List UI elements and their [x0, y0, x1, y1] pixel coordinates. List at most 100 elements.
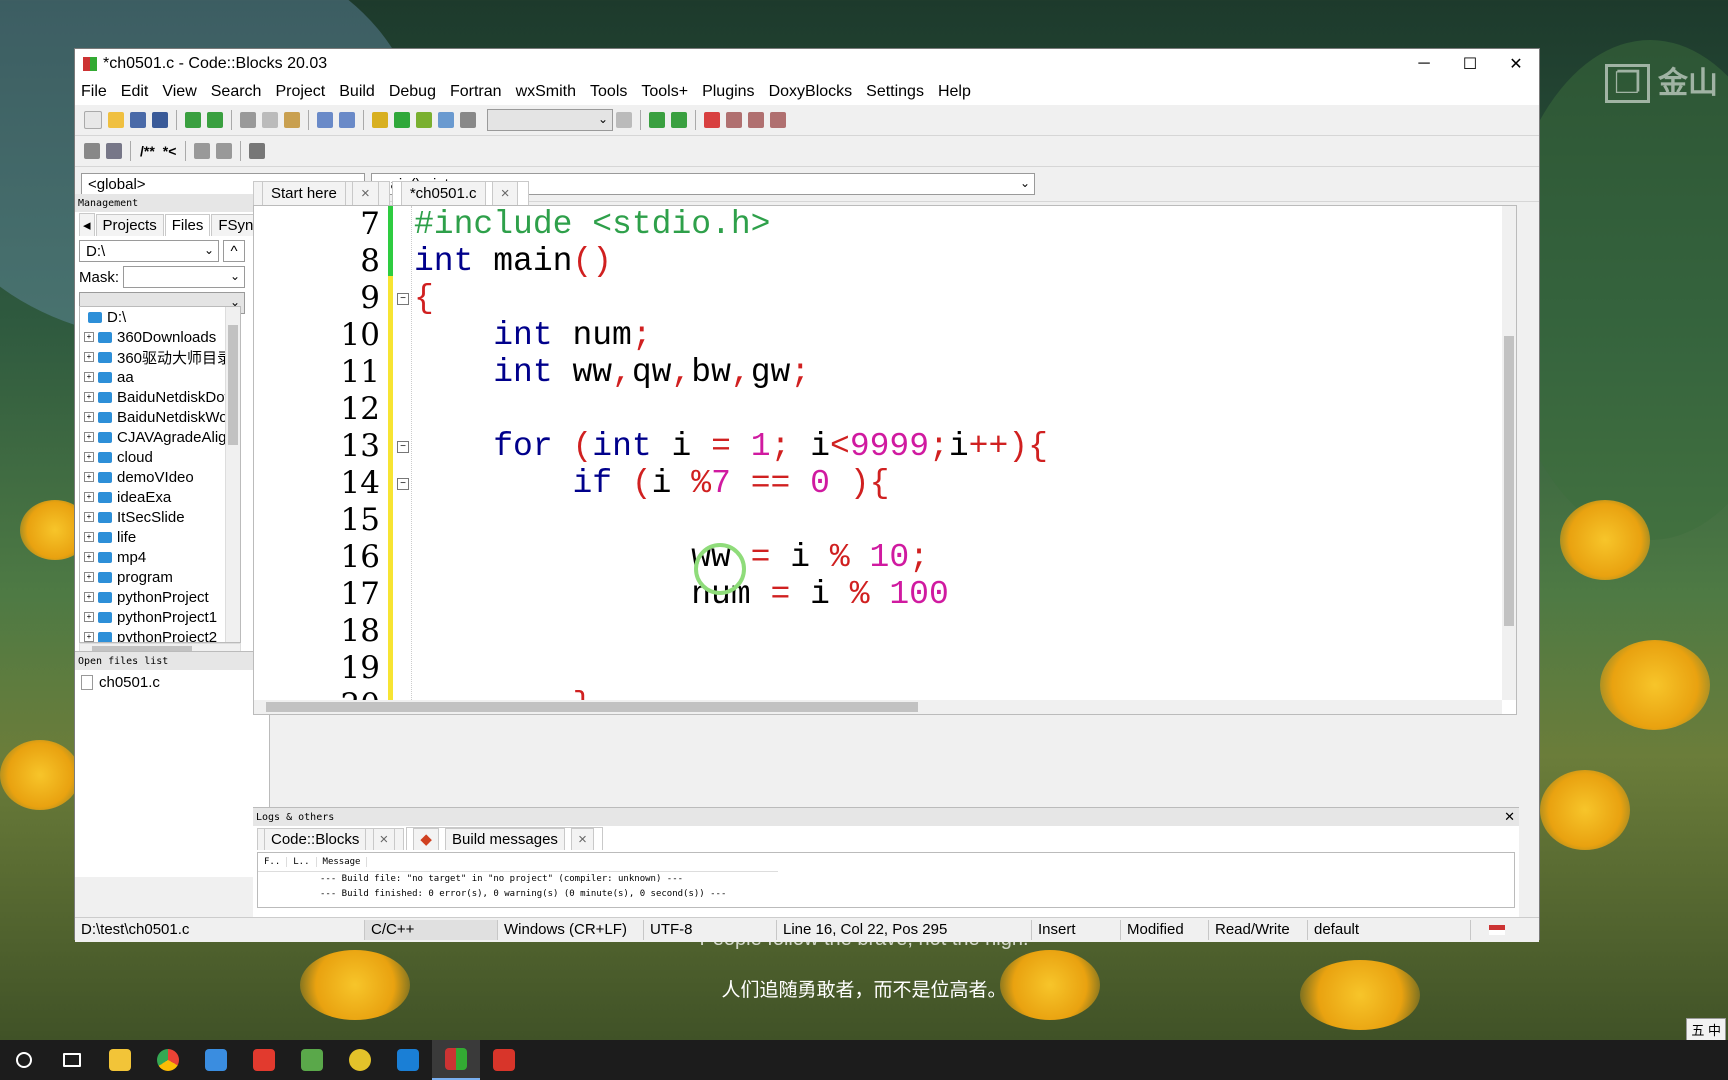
menu-project[interactable]: Project [275, 83, 325, 101]
tree-folder-item[interactable]: + mp4 [80, 547, 240, 567]
tab-start-here[interactable]: Start here × [253, 181, 390, 205]
menu-search[interactable]: Search [211, 83, 262, 101]
tree-folder-item[interactable]: +360Downloads [80, 327, 240, 347]
save-icon[interactable] [130, 112, 146, 128]
code-editor[interactable]: 7 #include <stdio.h> 8 int main() 9−{ 10 i… [253, 205, 1517, 715]
log-row[interactable]: --- Build file: "no target" in "no proje… [258, 872, 1514, 887]
doxy-wizard-icon[interactable] [84, 143, 100, 159]
expand-icon[interactable]: + [84, 372, 94, 382]
build-target-select[interactable]: ⌄ [487, 109, 613, 131]
save-all-icon[interactable] [152, 112, 168, 128]
toggle-bookmark-icon[interactable] [704, 112, 720, 128]
copy-icon[interactable] [262, 112, 278, 128]
expand-icon[interactable]: + [84, 392, 94, 402]
close-tab-icon[interactable]: × [372, 828, 396, 850]
col-line[interactable]: L.. [287, 857, 317, 867]
jump-back-icon[interactable] [649, 112, 665, 128]
menu-view[interactable]: View [162, 83, 196, 101]
show-select-target-icon[interactable] [616, 112, 632, 128]
tree-folder-item[interactable]: + BaiduNetdiskDov [80, 387, 240, 407]
next-bookmark-icon[interactable] [748, 112, 764, 128]
tree-folder-item[interactable]: + pythonProject [80, 587, 240, 607]
undo-icon[interactable] [185, 112, 201, 128]
tree-folder-item[interactable]: + CJAVAgradeAlig [80, 427, 240, 447]
fold-toggle-icon[interactable]: − [397, 478, 409, 490]
expand-icon[interactable]: + [84, 512, 94, 522]
expand-icon[interactable]: + [84, 552, 94, 562]
tree-folder-item[interactable]: + demoVIdeo [80, 467, 240, 487]
menu-tools[interactable]: Tools [590, 83, 627, 101]
notepad-icon[interactable] [288, 1040, 336, 1080]
expand-icon[interactable]: + [84, 612, 94, 622]
wps-icon[interactable] [240, 1040, 288, 1080]
recorder-icon[interactable] [480, 1040, 528, 1080]
tab-codeblocks-log[interactable]: Code::Blocks × [257, 828, 405, 850]
menu-edit[interactable]: Edit [121, 83, 149, 101]
expand-icon[interactable]: + [84, 572, 94, 582]
fold-toggle-icon[interactable]: − [397, 293, 409, 305]
maximize-button[interactable]: ☐ [1447, 49, 1493, 79]
tree-folder-item[interactable]: + ideaExa [80, 487, 240, 507]
tree-scrollbar[interactable] [225, 307, 240, 642]
open-file-item[interactable]: ch0501.c [75, 672, 269, 692]
chrome-icon[interactable] [144, 1040, 192, 1080]
col-message[interactable]: Message [317, 857, 368, 867]
tab-build-messages[interactable]: ◆ Build messages × [406, 827, 603, 850]
jump-forward-icon[interactable] [671, 112, 687, 128]
menu-wxsmith[interactable]: wxSmith [516, 83, 576, 101]
menu-build[interactable]: Build [339, 83, 375, 101]
block-comment-button[interactable]: /** [140, 143, 155, 159]
line-comment-button[interactable]: *< [163, 143, 177, 159]
menu-plugins[interactable]: Plugins [702, 83, 754, 101]
app-icon[interactable] [192, 1040, 240, 1080]
tree-folder-item[interactable]: + aa [80, 367, 240, 387]
menu-help[interactable]: Help [938, 83, 971, 101]
menu-doxyblocks[interactable]: DoxyBlocks [769, 83, 853, 101]
tree-folder-item[interactable]: + pythonProject2 [80, 627, 240, 642]
expand-icon[interactable]: + [84, 412, 94, 422]
rebuild-icon[interactable] [438, 112, 454, 128]
expand-icon[interactable]: + [84, 452, 94, 462]
expand-icon[interactable]: + [84, 592, 94, 602]
go-up-button[interactable]: ^ [223, 240, 245, 262]
tree-folder-item[interactable]: + pythonProject1 [80, 607, 240, 627]
menu-settings[interactable]: Settings [866, 83, 924, 101]
close-tab-icon[interactable]: × [352, 181, 379, 205]
cut-icon[interactable] [240, 112, 256, 128]
ime-indicator[interactable]: 五 中 [1686, 1018, 1726, 1041]
tree-folder-item[interactable]: + BaiduNetdiskWo [80, 407, 240, 427]
tab-ch0501[interactable]: *ch0501.c × [391, 181, 530, 205]
menu-fortran[interactable]: Fortran [450, 83, 502, 101]
ball-app-icon[interactable] [336, 1040, 384, 1080]
wrench-icon[interactable] [249, 143, 266, 159]
tree-root[interactable]: D:\ [80, 307, 240, 327]
close-tab-icon[interactable]: × [491, 181, 519, 205]
task-view-icon[interactable] [48, 1040, 96, 1080]
tab-projects[interactable]: Projects [95, 214, 164, 236]
expand-icon[interactable]: + [84, 472, 94, 482]
log-row[interactable]: --- Build finished: 0 error(s), 0 warnin… [258, 887, 1514, 902]
paste-icon[interactable] [284, 112, 300, 128]
tree-folder-item[interactable]: + program [80, 567, 240, 587]
editor-vscrollbar[interactable] [1502, 206, 1516, 700]
tree-folder-item[interactable]: +360驱动大师目录 [80, 347, 240, 367]
tree-folder-item[interactable]: + cloud [80, 447, 240, 467]
expand-icon[interactable]: + [84, 332, 94, 342]
open-icon[interactable] [108, 112, 124, 128]
menu-tools-plus[interactable]: Tools+ [641, 83, 688, 101]
fold-toggle-icon[interactable]: − [397, 441, 409, 453]
file-explorer-icon[interactable] [96, 1040, 144, 1080]
expand-icon[interactable]: + [84, 632, 94, 642]
editor-hscrollbar[interactable] [254, 700, 1502, 714]
abort-icon[interactable] [460, 112, 476, 128]
chm-doc-icon[interactable] [216, 143, 233, 159]
drive-select[interactable]: D:\ ⌄ [79, 240, 219, 262]
prev-bookmark-icon[interactable] [726, 112, 742, 128]
find-icon[interactable] [317, 112, 333, 128]
clear-bookmarks-icon[interactable] [770, 112, 786, 128]
tree-folder-item[interactable]: + life [80, 527, 240, 547]
redo-icon[interactable] [207, 112, 223, 128]
expand-icon[interactable]: + [84, 352, 94, 362]
replace-icon[interactable] [339, 112, 355, 128]
expand-icon[interactable]: + [84, 492, 94, 502]
